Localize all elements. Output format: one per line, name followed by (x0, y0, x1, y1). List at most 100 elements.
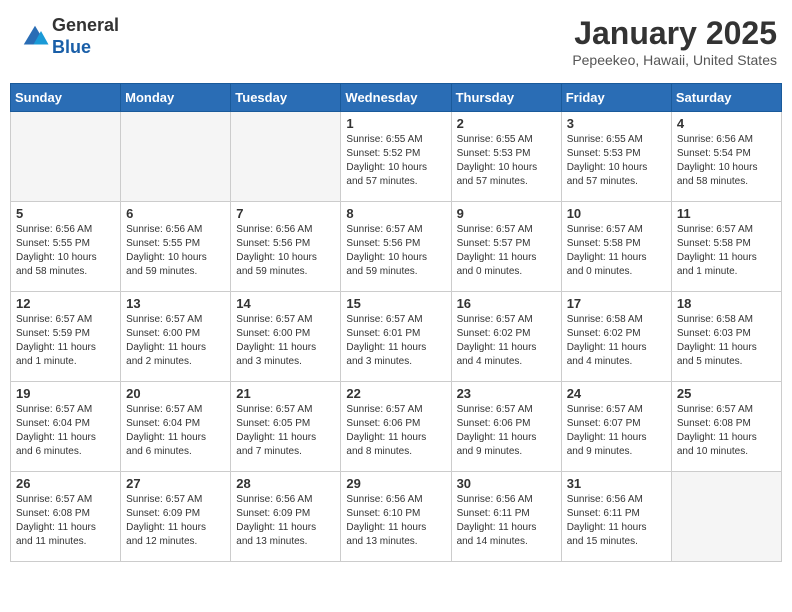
day-info: Sunrise: 6:57 AM Sunset: 6:06 PM Dayligh… (457, 403, 556, 459)
day-info: Sunrise: 6:57 AM Sunset: 5:58 PM Dayligh… (567, 223, 666, 279)
weekday-header-tuesday: Tuesday (231, 84, 341, 112)
day-info: Sunrise: 6:57 AM Sunset: 5:56 PM Dayligh… (346, 223, 445, 279)
day-info: Sunrise: 6:56 AM Sunset: 5:55 PM Dayligh… (16, 223, 115, 279)
calendar-week-1: 1 Sunrise: 6:55 AM Sunset: 5:52 PM Daylig… (11, 112, 782, 202)
day-number: 28 (236, 476, 335, 491)
calendar-cell: 18 Sunrise: 6:58 AM Sunset: 6:03 PM Dayli… (671, 292, 781, 382)
logo-blue-text: Blue (52, 37, 119, 59)
day-info: Sunrise: 6:57 AM Sunset: 6:04 PM Dayligh… (126, 403, 225, 459)
day-number: 3 (567, 116, 666, 131)
day-info: Sunrise: 6:57 AM Sunset: 6:00 PM Dayligh… (236, 313, 335, 369)
day-number: 15 (346, 296, 445, 311)
calendar-week-3: 12 Sunrise: 6:57 AM Sunset: 5:59 PM Dayli… (11, 292, 782, 382)
day-number: 26 (16, 476, 115, 491)
logo: General Blue (20, 15, 119, 58)
day-number: 24 (567, 386, 666, 401)
calendar-cell (231, 112, 341, 202)
day-number: 4 (677, 116, 776, 131)
day-number: 1 (346, 116, 445, 131)
calendar-cell: 17Sunrise: 6:58 AM Sunset: 6:02 PM Dayli… (561, 292, 671, 382)
day-number: 17 (567, 296, 666, 311)
day-number: 22 (346, 386, 445, 401)
day-number: 30 (457, 476, 556, 491)
calendar-cell: 21Sunrise: 6:57 AM Sunset: 6:05 PM Dayli… (231, 382, 341, 472)
weekday-header-thursday: Thursday (451, 84, 561, 112)
calendar-table: SundayMondayTuesdayWednesdayThursdayFrid… (10, 83, 782, 562)
day-info: Sunrise: 6:57 AM Sunset: 6:02 PM Dayligh… (457, 313, 556, 369)
day-number: 25 (677, 386, 776, 401)
day-info: Sunrise: 6:57 AM Sunset: 5:58 PM Dayligh… (677, 223, 776, 279)
calendar-cell: 13Sunrise: 6:57 AM Sunset: 6:00 PM Dayli… (121, 292, 231, 382)
calendar-cell: 4 Sunrise: 6:56 AM Sunset: 5:54 PM Daylig… (671, 112, 781, 202)
calendar-cell (11, 112, 121, 202)
calendar-cell: 23 Sunrise: 6:57 AM Sunset: 6:06 PM Dayli… (451, 382, 561, 472)
calendar-cell: 6 Sunrise: 6:56 AM Sunset: 5:55 PM Daylig… (121, 202, 231, 292)
weekday-header-saturday: Saturday (671, 84, 781, 112)
calendar-cell: 24 Sunrise: 6:57 AM Sunset: 6:07 PM Dayli… (561, 382, 671, 472)
day-number: 6 (126, 206, 225, 221)
weekday-header-monday: Monday (121, 84, 231, 112)
day-number: 2 (457, 116, 556, 131)
calendar-cell: 15 Sunrise: 6:57 AM Sunset: 6:01 PM Dayli… (341, 292, 451, 382)
location-text: Pepeekeo, Hawaii, United States (572, 52, 777, 68)
weekday-header-row: SundayMondayTuesdayWednesdayThursdayFrid… (11, 84, 782, 112)
day-info: Sunrise: 6:57 AM Sunset: 6:09 PM Dayligh… (126, 493, 225, 549)
day-info: Sunrise: 6:56 AM Sunset: 6:09 PM Dayligh… (236, 493, 335, 549)
day-number: 29 (346, 476, 445, 491)
calendar-cell: 29Sunrise: 6:56 AM Sunset: 6:10 PM Dayli… (341, 472, 451, 562)
day-info: Sunrise: 6:57 AM Sunset: 6:05 PM Dayligh… (236, 403, 335, 459)
day-info: Sunrise: 6:56 AM Sunset: 6:11 PM Dayligh… (567, 493, 666, 549)
day-info: Sunrise: 6:55 AM Sunset: 5:53 PM Dayligh… (457, 133, 556, 189)
calendar-cell (121, 112, 231, 202)
weekday-header-wednesday: Wednesday (341, 84, 451, 112)
month-title: January 2025 (572, 15, 777, 52)
day-number: 20 (126, 386, 225, 401)
day-number: 11 (677, 206, 776, 221)
day-info: Sunrise: 6:57 AM Sunset: 6:08 PM Dayligh… (16, 493, 115, 549)
weekday-header-friday: Friday (561, 84, 671, 112)
calendar-cell: 1 Sunrise: 6:55 AM Sunset: 5:52 PM Daylig… (341, 112, 451, 202)
weekday-header-sunday: Sunday (11, 84, 121, 112)
day-info: Sunrise: 6:57 AM Sunset: 6:01 PM Dayligh… (346, 313, 445, 369)
day-number: 14 (236, 296, 335, 311)
calendar-cell: 27Sunrise: 6:57 AM Sunset: 6:09 PM Dayli… (121, 472, 231, 562)
calendar-cell: 30Sunrise: 6:56 AM Sunset: 6:11 PM Dayli… (451, 472, 561, 562)
calendar-cell: 20 Sunrise: 6:57 AM Sunset: 6:04 PM Dayli… (121, 382, 231, 472)
calendar-cell: 12 Sunrise: 6:57 AM Sunset: 5:59 PM Dayli… (11, 292, 121, 382)
calendar-cell: 19Sunrise: 6:57 AM Sunset: 6:04 PM Dayli… (11, 382, 121, 472)
day-info: Sunrise: 6:55 AM Sunset: 5:52 PM Dayligh… (346, 133, 445, 189)
day-number: 10 (567, 206, 666, 221)
day-number: 18 (677, 296, 776, 311)
day-info: Sunrise: 6:56 AM Sunset: 5:54 PM Dayligh… (677, 133, 776, 189)
day-number: 31 (567, 476, 666, 491)
day-info: Sunrise: 6:56 AM Sunset: 5:56 PM Dayligh… (236, 223, 335, 279)
calendar-cell: 31 Sunrise: 6:56 AM Sunset: 6:11 PM Dayli… (561, 472, 671, 562)
day-number: 16 (457, 296, 556, 311)
calendar-cell: 2 Sunrise: 6:55 AM Sunset: 5:53 PM Daylig… (451, 112, 561, 202)
calendar-cell: 8 Sunrise: 6:57 AM Sunset: 5:56 PM Daylig… (341, 202, 451, 292)
day-number: 7 (236, 206, 335, 221)
day-number: 8 (346, 206, 445, 221)
day-info: Sunrise: 6:57 AM Sunset: 6:08 PM Dayligh… (677, 403, 776, 459)
calendar-cell: 5 Sunrise: 6:56 AM Sunset: 5:55 PM Daylig… (11, 202, 121, 292)
calendar-cell: 9Sunrise: 6:57 AM Sunset: 5:57 PM Daylig… (451, 202, 561, 292)
day-info: Sunrise: 6:57 AM Sunset: 5:59 PM Dayligh… (16, 313, 115, 369)
day-number: 23 (457, 386, 556, 401)
day-info: Sunrise: 6:56 AM Sunset: 5:55 PM Dayligh… (126, 223, 225, 279)
day-info: Sunrise: 6:57 AM Sunset: 6:04 PM Dayligh… (16, 403, 115, 459)
day-number: 5 (16, 206, 115, 221)
calendar-cell: 28 Sunrise: 6:56 AM Sunset: 6:09 PM Dayli… (231, 472, 341, 562)
calendar-cell: 7 Sunrise: 6:56 AM Sunset: 5:56 PM Daylig… (231, 202, 341, 292)
calendar-cell: 10 Sunrise: 6:57 AM Sunset: 5:58 PM Dayli… (561, 202, 671, 292)
calendar-cell: 16 Sunrise: 6:57 AM Sunset: 6:02 PM Dayli… (451, 292, 561, 382)
calendar-cell: 22Sunrise: 6:57 AM Sunset: 6:06 PM Dayli… (341, 382, 451, 472)
day-info: Sunrise: 6:57 AM Sunset: 6:07 PM Dayligh… (567, 403, 666, 459)
logo-icon (20, 22, 50, 52)
day-info: Sunrise: 6:58 AM Sunset: 6:03 PM Dayligh… (677, 313, 776, 369)
day-number: 13 (126, 296, 225, 311)
day-number: 12 (16, 296, 115, 311)
calendar-cell (671, 472, 781, 562)
calendar-cell: 3Sunrise: 6:55 AM Sunset: 5:53 PM Daylig… (561, 112, 671, 202)
logo-general-text: General (52, 15, 119, 37)
calendar-week-4: 19Sunrise: 6:57 AM Sunset: 6:04 PM Dayli… (11, 382, 782, 472)
